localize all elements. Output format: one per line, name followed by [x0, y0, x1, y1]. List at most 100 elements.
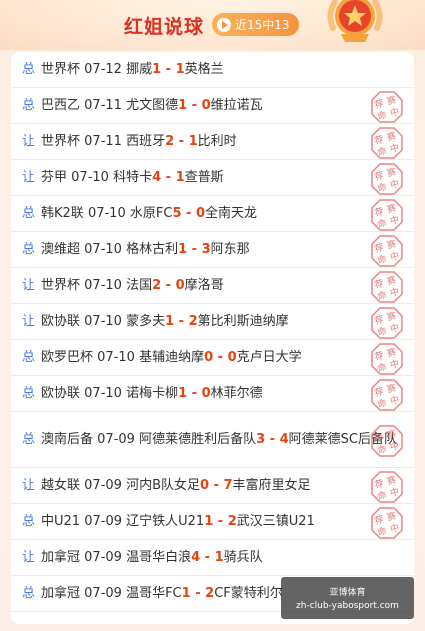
score-separator: - — [161, 169, 176, 185]
away-team: 全南天龙 — [204, 205, 257, 221]
home-team: 科特卡 — [113, 169, 153, 185]
match-row[interactable]: 让世界杯 07-10 法国2 - 0摩洛哥 荐赛命中 — [11, 268, 414, 304]
stamp-char: 中 — [389, 521, 401, 535]
match-text: 总欧罗巴杯 07-10 基辅迪纳摩0 - 0克卢日大学 — [22, 348, 302, 368]
match-text: 让世界杯 07-11 西班牙2 - 1比利时 — [22, 132, 237, 152]
match-date: 07-10 — [84, 313, 127, 329]
home-team: 阿德莱德胜利后备队 — [139, 432, 257, 447]
hit-stamp-icon: 荐赛命中 — [371, 163, 403, 195]
bet-type: 让 — [22, 169, 36, 185]
match-row[interactable]: 总世界杯 07-12 挪威1 - 1英格兰 — [11, 52, 414, 88]
bet-type: 总 — [22, 241, 36, 257]
away-team: 林菲尔德 — [210, 385, 263, 401]
away-team: 英格兰 — [184, 61, 224, 77]
home-score: 0 — [200, 477, 210, 493]
page-title: 红姐说球 — [124, 16, 205, 38]
match-list: 总世界杯 07-12 挪威1 - 1英格兰总巴西乙 07-11 尤文图德1 - … — [11, 52, 414, 624]
stamp-char: 命 — [376, 361, 388, 375]
stamp-char: 赛 — [386, 346, 398, 360]
away-score: 1 — [175, 61, 185, 77]
league-name: 澳维超 — [41, 241, 85, 257]
bet-type: 总 — [22, 513, 36, 529]
match-text: 总巴西乙 07-11 尤文图德1 - 0维拉诺瓦 — [22, 96, 263, 116]
match-row[interactable]: 让欧协联 07-10 蒙多夫1 - 2第比利斯迪纳摩 荐赛命中 — [11, 304, 414, 340]
match-row[interactable]: 让加拿冠 07-09 温哥华白浪4 - 1骑兵队 — [11, 540, 414, 576]
home-score: 2 — [165, 133, 175, 149]
header-banner: 红姐说球 近15中13 — [0, 0, 425, 50]
home-score: 3 — [256, 432, 266, 447]
match-date: 07-10 — [84, 241, 127, 257]
league-name: 世界杯 — [41, 61, 85, 77]
stamp-char: 中 — [389, 249, 401, 263]
play-icon — [217, 17, 231, 32]
match-row[interactable]: 总澳维超 07-10 格林古利1 - 3阿东那 荐赛命中 — [11, 232, 414, 268]
bet-type: 让 — [22, 477, 36, 493]
match-text: 总欧协联 07-10 诺梅卡柳1 - 0林菲尔德 — [22, 384, 263, 404]
away-team: 第比利斯迪纳摩 — [197, 313, 289, 329]
away-team: 丰富府里女足 — [232, 477, 311, 493]
bet-type: 总 — [22, 385, 36, 401]
hit-stamp-icon: 荐赛命中 — [371, 343, 403, 375]
stamp-char: 中 — [389, 393, 401, 407]
match-row[interactable]: 总欧罗巴杯 07-10 基辅迪纳摩0 - 0克卢日大学 荐赛命中 — [11, 340, 414, 376]
stamp-char: 荐 — [373, 514, 385, 527]
league-name: 中U21 — [41, 513, 85, 529]
match-text: 总澳南后备 07-09 阿德莱德胜利后备队3 - 4阿德莱德SC后备队 — [22, 429, 407, 450]
home-score: 4 — [152, 169, 162, 185]
match-text: 总澳维超 07-10 格林古利1 - 3阿东那 — [22, 240, 250, 260]
away-score: 4 — [279, 432, 289, 447]
match-date: 07-10 — [97, 349, 140, 365]
away-score: 0 — [201, 385, 211, 401]
stamp-char: 中 — [389, 321, 401, 335]
home-team: 温哥华白浪 — [126, 549, 192, 565]
home-team: 格林古利 — [126, 241, 179, 257]
home-team: 水原FC — [129, 205, 173, 221]
bet-type: 总 — [22, 585, 36, 601]
match-row[interactable]: 总澳南后备 07-09 阿德莱德胜利后备队3 - 4阿德莱德SC后备队荐赛命中 — [11, 412, 414, 468]
bet-type: 让 — [22, 549, 36, 565]
away-score: 1 — [214, 549, 224, 565]
away-team: 摩洛哥 — [184, 277, 224, 293]
stamp-char: 命 — [376, 181, 388, 195]
match-text: 让世界杯 07-10 法国2 - 0摩洛哥 — [22, 276, 224, 296]
score-separator: - — [181, 205, 196, 221]
stamp-char: 赛 — [386, 238, 398, 252]
stamp-char: 命 — [376, 397, 388, 411]
match-row[interactable]: 总欧协联 07-10 诺梅卡柳1 - 0林菲尔德 荐赛命中 — [11, 376, 414, 412]
score-separator: - — [190, 585, 206, 601]
match-text: 总中U21 07-09 辽宁铁人U211 - 2武汉三镇U21 — [22, 512, 315, 532]
stamp-char: 命 — [376, 443, 388, 457]
stamp-char: 赛 — [386, 428, 398, 442]
stamp-char: 赛 — [386, 202, 398, 216]
match-row[interactable]: 让越女联 07-09 河内B队女足0 - 7丰富府里女足 荐赛命中 — [11, 468, 414, 504]
score-separator: - — [209, 477, 224, 493]
away-team: CF蒙特利尔 — [214, 585, 283, 601]
stamp-char: 赛 — [386, 130, 398, 144]
stamp-char: 荐 — [373, 206, 385, 219]
bet-type: 总 — [22, 432, 36, 447]
stamp-char: 赛 — [386, 382, 398, 396]
away-score: 1 — [188, 133, 198, 149]
stamp-char: 荐 — [373, 170, 385, 183]
watermark-line1: 亚博体育 — [329, 588, 366, 598]
record-badge[interactable]: 近15中13 — [212, 13, 299, 36]
hit-stamp-icon: 荐赛命中 — [371, 307, 403, 339]
match-date: 07-09 — [97, 432, 140, 447]
match-row[interactable]: 让芬甲 07-10 科特卡4 - 1查普斯 荐赛命中 — [11, 160, 414, 196]
match-date: 07-09 — [84, 477, 127, 493]
watermark-line2: zh-club-yabosport.com — [296, 601, 399, 611]
match-row[interactable]: 总韩K2联 07-10 水原FC5 - 0全南天龙 荐赛命中 — [11, 196, 414, 232]
league-name: 欧协联 — [41, 385, 85, 401]
stamp-char: 中 — [389, 285, 401, 299]
league-name: 欧罗巴杯 — [41, 349, 98, 365]
stamp-char: 中 — [389, 213, 401, 227]
stamp-char: 荐 — [373, 350, 385, 363]
bet-type: 总 — [22, 205, 36, 221]
home-team: 诺梅卡柳 — [126, 385, 179, 401]
match-row[interactable]: 让世界杯 07-11 西班牙2 - 1比利时 荐赛命中 — [11, 124, 414, 160]
match-row[interactable]: 总巴西乙 07-11 尤文图德1 - 0维拉诺瓦 荐赛命中 — [11, 88, 414, 124]
match-row[interactable]: 总中U21 07-09 辽宁铁人U211 - 2武汉三镇U21 荐赛命中 — [11, 504, 414, 540]
stamp-char: 中 — [389, 439, 401, 453]
away-team: 克卢日大学 — [236, 349, 302, 365]
hit-stamp-icon: 荐赛命中 — [371, 199, 403, 231]
